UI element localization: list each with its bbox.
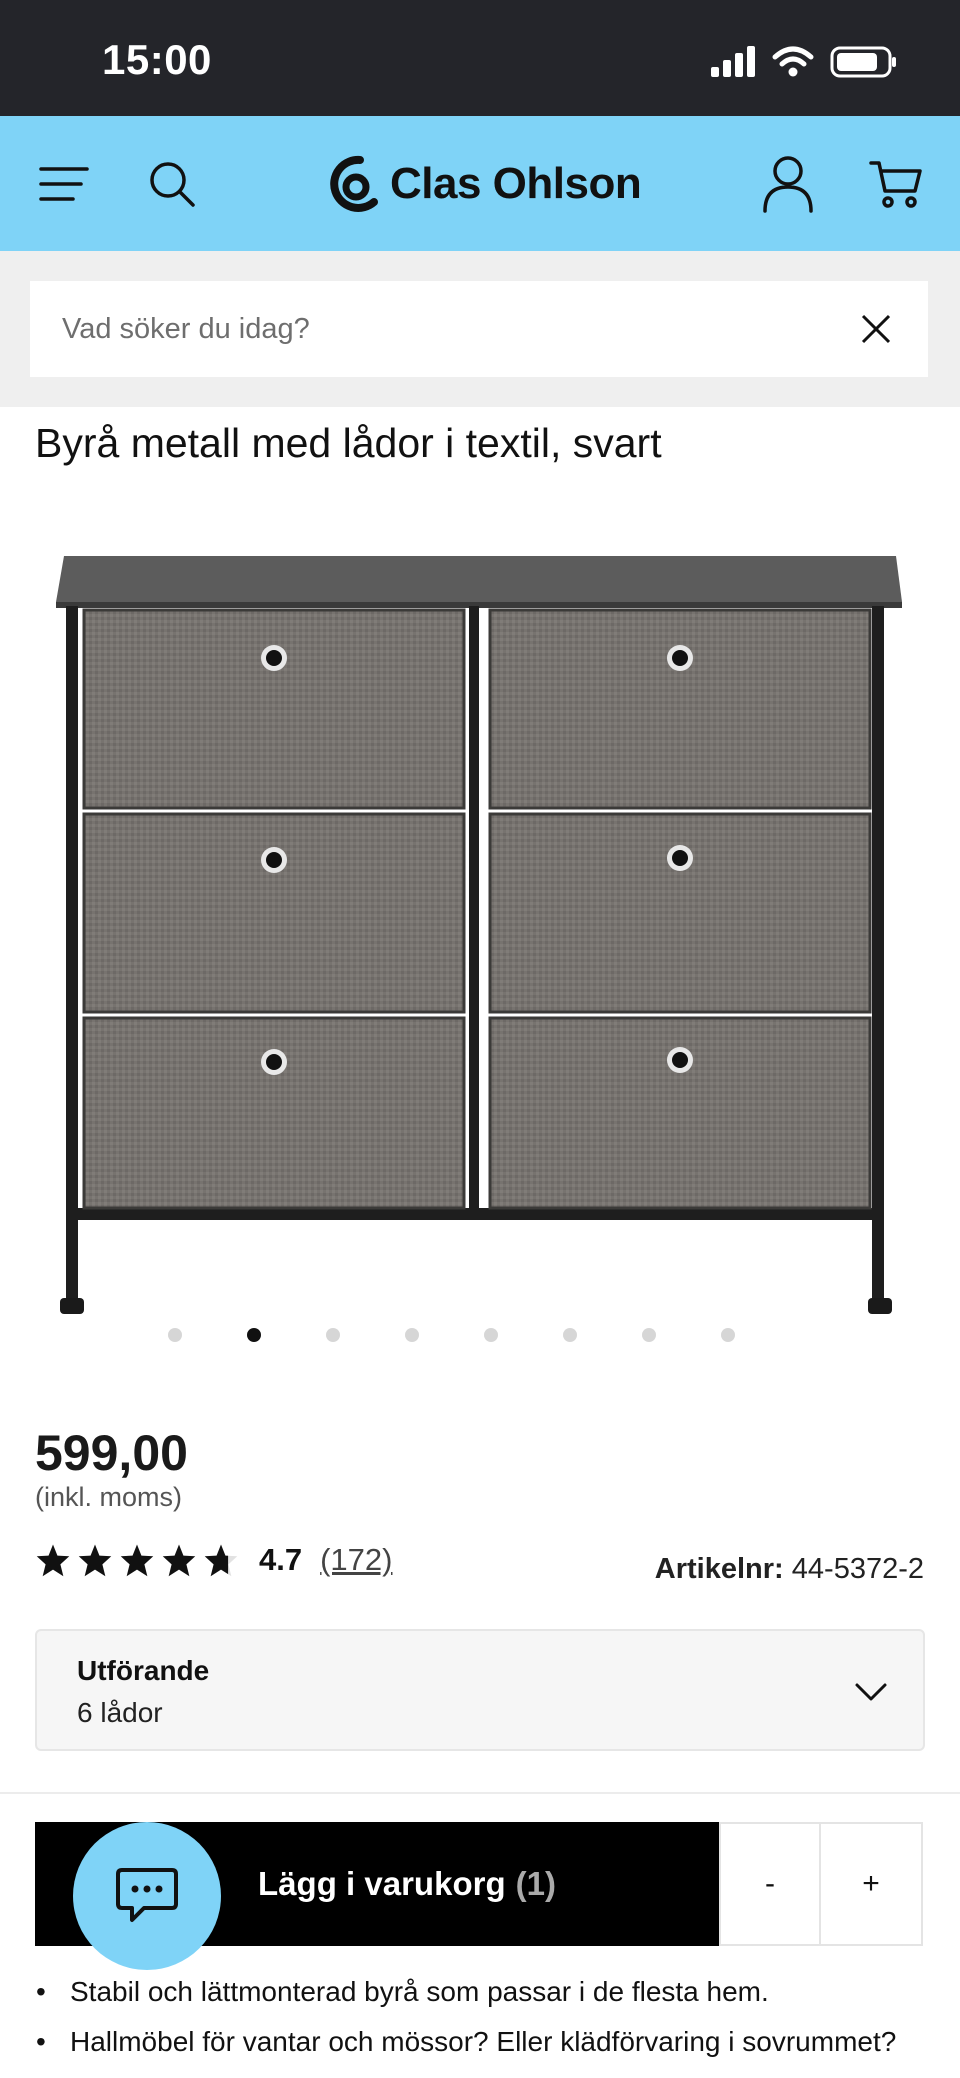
star-icon [120,1544,154,1577]
search-box [30,281,928,377]
carousel-dot-active[interactable] [247,1328,261,1342]
clas-ohlson-logo-icon [330,155,378,212]
cart-button[interactable] [866,154,926,214]
highlight-text: Stabil och lättmonterad byrå som passar … [70,1976,769,2007]
dresser-image [56,556,902,1314]
price-vat-note: (inkl. moms) [35,1482,182,1512]
wifi-icon [772,46,814,83]
status-bar: 15:00 [0,0,960,116]
cellular-signal-icon [710,45,756,84]
carousel-dot[interactable] [168,1328,182,1342]
carousel-dot[interactable] [721,1328,735,1342]
star-icon [162,1544,196,1577]
site-header: Clas Ohlson [0,116,960,251]
chevron-down-icon [855,1683,887,1701]
status-icons [710,44,898,84]
quantity-increase-button[interactable]: + [821,1822,923,1946]
article-number-label: Artikelnr: [654,1553,784,1585]
chat-button[interactable] [73,1822,221,1970]
menu-icon [39,167,89,201]
product-rating[interactable]: 4.7 (172) [35,1542,392,1578]
product-highlights: • Stabil och lättmonterad byrå som passa… [36,1972,936,2072]
bullet-icon: • [36,1976,46,2007]
battery-icon [830,45,898,84]
add-to-cart-label: Lägg i varukorg [258,1865,506,1902]
chat-icon [116,1868,178,1922]
section-divider [0,1792,960,1794]
product-title: Byrå metall med lådor i textil, svart [35,420,662,466]
bullet-icon: • [36,2026,46,2057]
search-area [0,251,960,407]
article-number-value: 44-5372-2 [791,1553,924,1585]
brand-logo[interactable]: Clas Ohlson [330,152,642,216]
rating-stars [35,1543,239,1577]
carousel-dot[interactable] [642,1328,656,1342]
carousel-dot[interactable] [405,1328,419,1342]
carousel-dot[interactable] [484,1328,498,1342]
carousel-dot[interactable] [326,1328,340,1342]
close-icon [861,314,891,344]
account-icon [763,156,813,213]
carousel-dot[interactable] [563,1328,577,1342]
star-icon [78,1544,112,1577]
star-icon [36,1544,70,1577]
quantity-decrease-button[interactable]: - [719,1822,821,1946]
menu-button[interactable] [34,154,94,214]
variant-label: Utförande [77,1655,210,1686]
add-to-cart-count: (1) [515,1865,556,1902]
rating-count-link[interactable]: (172) [320,1542,392,1578]
list-item: • Hallmöbel för vantar och mössor? Eller… [36,2022,936,2062]
list-item: • Stabil och lättmonterad byrå som passa… [36,1972,936,2012]
variant-select[interactable]: Utförande 6 lådor [35,1629,925,1751]
image-carousel-dots [168,1328,735,1342]
cart-icon [869,161,922,208]
search-input[interactable] [62,312,822,346]
product-price: 599,00 [35,1425,188,1481]
highlight-text: Hallmöbel för vantar och mössor? Eller k… [70,2026,897,2057]
brand-name: Clas Ohlson [390,159,642,208]
star-partial-icon [204,1544,238,1577]
search-icon [150,162,195,207]
header-search-button[interactable] [142,154,202,214]
search-clear-button[interactable] [846,299,906,359]
variant-value: 6 lådor [77,1697,163,1728]
article-number: Artikelnr: 44-5372-2 [655,1553,924,1586]
rating-value: 4.7 [259,1542,303,1577]
status-time: 15:00 [102,36,212,83]
product-image[interactable] [50,548,910,1328]
account-button[interactable] [756,152,820,216]
